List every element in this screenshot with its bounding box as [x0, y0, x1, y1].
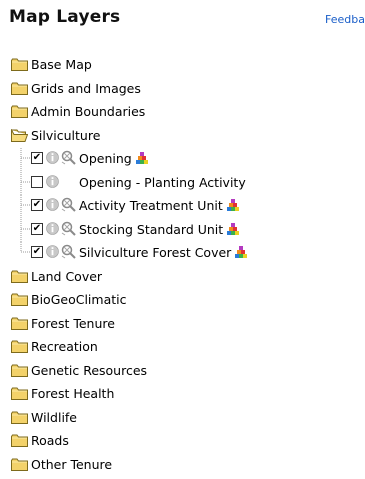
- folder-label-grids-images[interactable]: Grids and Images: [31, 80, 141, 97]
- folder-icon[interactable]: [11, 458, 28, 471]
- folder-icon[interactable]: [11, 364, 28, 377]
- layer-checkbox[interactable]: ✔: [31, 199, 43, 211]
- folder-icon[interactable]: [11, 387, 28, 400]
- folder-label-genetic-resources[interactable]: Genetic Resources: [31, 362, 147, 379]
- folder-label-biogeoclimatic[interactable]: BioGeoClimatic: [31, 291, 126, 308]
- legend-icon[interactable]: [235, 246, 247, 258]
- folder-label-base-map[interactable]: Base Map: [31, 56, 92, 73]
- folder-icon[interactable]: [11, 270, 28, 283]
- layer-row-opening-planting: Opening - Planting Activity: [0, 171, 365, 195]
- legend-icon[interactable]: [227, 199, 239, 211]
- folder-label-forest-health[interactable]: Forest Health: [31, 385, 114, 402]
- folder-label-land-cover[interactable]: Land Cover: [31, 268, 102, 285]
- folder-icon[interactable]: [11, 434, 28, 447]
- folder-row-forest-tenure[interactable]: Forest Tenure: [0, 313, 365, 337]
- folder-row-base-map[interactable]: Base Map: [0, 54, 365, 78]
- folder-icon[interactable]: [11, 58, 28, 71]
- info-icon[interactable]: [46, 245, 59, 258]
- folder-label-wildlife[interactable]: Wildlife: [31, 409, 77, 426]
- identify-tool-icon[interactable]: [61, 150, 76, 165]
- layer-row-stocking-standard: ✔ Stocking Standard Unit: [0, 218, 365, 242]
- legend-icon[interactable]: [227, 223, 239, 235]
- folder-row-other-tenure[interactable]: Other Tenure: [0, 454, 365, 478]
- layer-row-silviculture-forest-cover: ✔ Silviculture Forest Cover: [0, 242, 365, 266]
- layer-row-activity-treatment: ✔ Activity Treatment Unit: [0, 195, 365, 219]
- folder-row-roads[interactable]: Roads: [0, 430, 365, 454]
- identify-tool-icon[interactable]: [61, 197, 76, 212]
- layer-checkbox[interactable]: [31, 175, 43, 188]
- layer-tree: Base Map Grids and Images Admin Boundari…: [0, 54, 365, 477]
- layer-label-stocking-standard: Stocking Standard Unit: [79, 221, 224, 237]
- info-icon[interactable]: [46, 151, 59, 164]
- folder-label-other-tenure[interactable]: Other Tenure: [31, 456, 112, 473]
- folder-icon[interactable]: [11, 411, 28, 424]
- folder-label-recreation[interactable]: Recreation: [31, 338, 98, 355]
- folder-row-admin-boundaries[interactable]: Admin Boundaries: [0, 101, 365, 125]
- identify-tool-icon[interactable]: [61, 244, 76, 259]
- folder-row-wildlife[interactable]: Wildlife: [0, 407, 365, 431]
- layer-label-activity-treatment: Activity Treatment Unit: [79, 198, 223, 213]
- folder-row-silviculture[interactable]: Silviculture: [0, 125, 365, 149]
- folder-icon[interactable]: [11, 293, 28, 306]
- layer-checkbox[interactable]: ✔: [31, 246, 43, 258]
- folder-label-roads[interactable]: Roads: [31, 432, 69, 449]
- identify-tool-icon[interactable]: [61, 221, 76, 236]
- layer-row-opening: ✔ Opening: [0, 148, 365, 172]
- folder-row-recreation[interactable]: Recreation: [0, 336, 365, 360]
- folder-icon[interactable]: [11, 105, 28, 118]
- folder-label-silviculture[interactable]: Silviculture: [31, 127, 100, 144]
- layer-label-opening: Opening: [79, 151, 132, 166]
- folder-row-genetic-resources[interactable]: Genetic Resources: [0, 360, 365, 384]
- folder-row-grids-images[interactable]: Grids and Images: [0, 78, 365, 102]
- folder-icon[interactable]: [11, 340, 28, 353]
- folder-label-forest-tenure[interactable]: Forest Tenure: [31, 315, 115, 332]
- info-icon[interactable]: [46, 222, 59, 235]
- panel-title: Map Layers: [9, 7, 121, 27]
- layer-checkbox[interactable]: ✔: [31, 222, 43, 235]
- layer-label-opening-planting: Opening - Planting Activity: [79, 174, 246, 190]
- folder-row-forest-health[interactable]: Forest Health: [0, 383, 365, 407]
- info-icon[interactable]: [46, 175, 59, 188]
- panel-header: Map Layers Feedba: [9, 7, 365, 33]
- folder-icon[interactable]: [11, 317, 28, 330]
- layer-label-silviculture-forest-cover: Silviculture Forest Cover: [79, 245, 232, 260]
- legend-icon[interactable]: [136, 152, 148, 164]
- feedback-link[interactable]: Feedba: [325, 13, 365, 26]
- folder-row-land-cover[interactable]: Land Cover: [0, 266, 365, 290]
- layer-checkbox[interactable]: ✔: [31, 152, 43, 164]
- folder-label-admin-boundaries[interactable]: Admin Boundaries: [31, 103, 145, 120]
- folder-row-biogeoclimatic[interactable]: BioGeoClimatic: [0, 289, 365, 313]
- folder-icon[interactable]: [11, 82, 28, 95]
- folder-open-icon[interactable]: [11, 129, 28, 142]
- info-icon[interactable]: [46, 198, 59, 211]
